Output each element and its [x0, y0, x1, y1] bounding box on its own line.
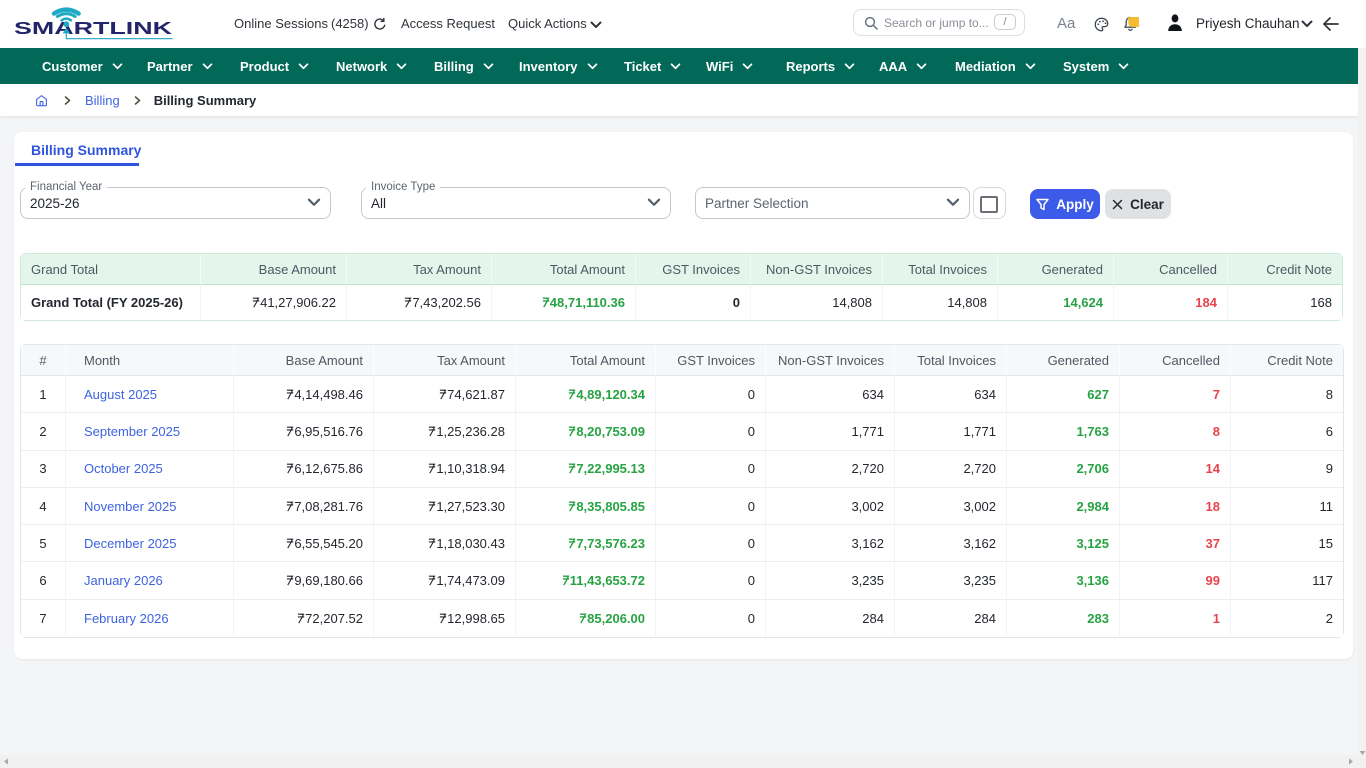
- svg-text:SMARTLINK: SMARTLINK: [14, 18, 173, 38]
